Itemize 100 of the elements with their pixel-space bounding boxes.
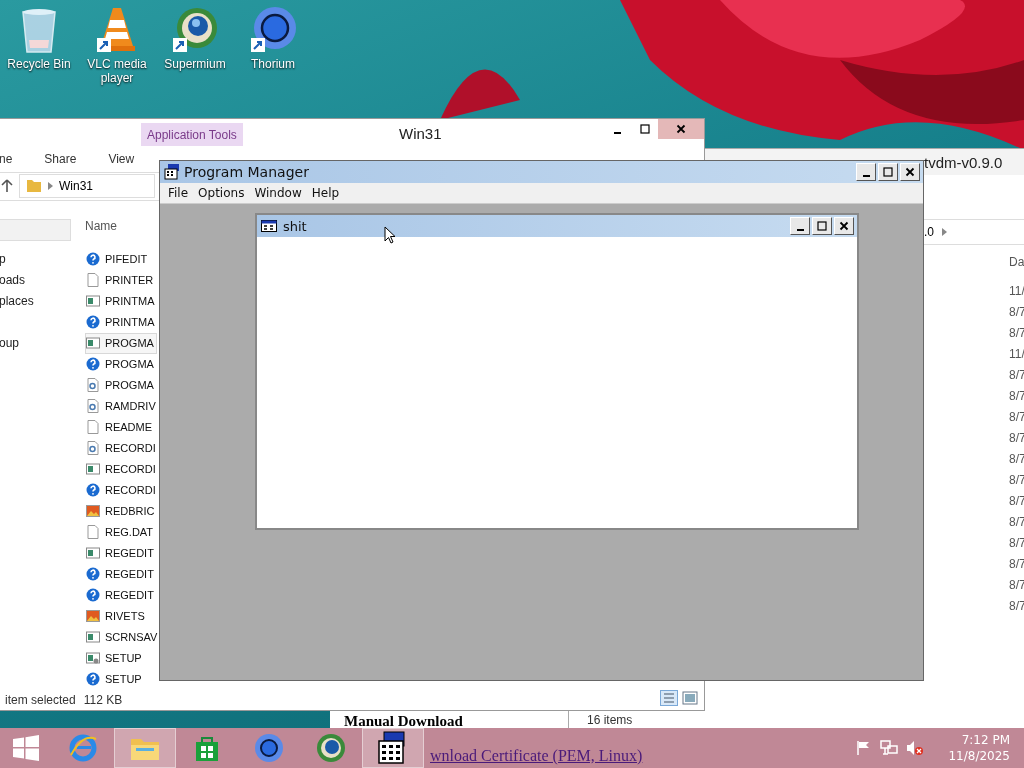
chevron-icon bbox=[48, 182, 53, 191]
menu-item[interactable]: Options bbox=[193, 186, 250, 200]
document-icon bbox=[86, 420, 100, 435]
application-icon bbox=[86, 294, 100, 309]
close-icon bbox=[904, 166, 916, 178]
gear-file-icon bbox=[86, 441, 100, 456]
window-title: tvdm-v0.9.0 bbox=[924, 153, 1003, 171]
file-row[interactable]: REGEDIT bbox=[85, 543, 157, 564]
menu-item[interactable]: Help bbox=[306, 186, 345, 200]
file-row[interactable]: RECORDI bbox=[85, 480, 157, 501]
file-row[interactable]: PROGMA bbox=[85, 375, 157, 396]
gear-file-icon bbox=[86, 378, 100, 393]
muted-speaker-icon[interactable] bbox=[906, 740, 925, 756]
menu-item[interactable]: File bbox=[163, 186, 194, 200]
nav-item[interactable]: places bbox=[0, 291, 85, 312]
maximize-button[interactable] bbox=[878, 163, 898, 181]
close-button[interactable] bbox=[658, 119, 704, 139]
status-text: item selected bbox=[5, 693, 76, 707]
application-icon bbox=[86, 630, 100, 645]
browser-globe-icon bbox=[171, 6, 219, 54]
close-button[interactable] bbox=[834, 217, 854, 235]
window-title: Program Manager bbox=[184, 164, 309, 180]
close-button[interactable] bbox=[900, 163, 920, 181]
date-cell-text: 11/ bbox=[1009, 346, 1024, 363]
cursor-icon bbox=[384, 226, 396, 244]
chevron-icon bbox=[942, 228, 947, 236]
program-manager-icon bbox=[164, 164, 180, 180]
help-icon bbox=[86, 588, 100, 603]
network-icon[interactable] bbox=[880, 740, 899, 756]
file-row[interactable]: PROGMA bbox=[85, 333, 157, 354]
browser-globe-icon bbox=[316, 733, 346, 763]
column-header[interactable]: Da bbox=[1009, 255, 1024, 269]
file-row[interactable]: PRINTMA bbox=[85, 291, 157, 312]
file-row[interactable]: PRINTMA bbox=[85, 312, 157, 333]
size-text: 112 KB bbox=[83, 693, 123, 707]
thumbnail-view-icon[interactable] bbox=[682, 690, 698, 706]
gear-file-icon bbox=[86, 399, 100, 414]
browser-ring-icon bbox=[249, 6, 297, 54]
file-row[interactable]: RECORDI bbox=[85, 459, 157, 480]
minimize-button[interactable] bbox=[790, 217, 810, 235]
help-icon bbox=[86, 483, 100, 498]
maximize-icon bbox=[638, 123, 651, 135]
document-icon bbox=[86, 273, 100, 288]
maximize-icon bbox=[816, 220, 828, 232]
minimize-icon bbox=[796, 229, 804, 231]
file-row[interactable]: REG.DAT bbox=[85, 522, 157, 543]
file-row[interactable]: RIVETS bbox=[85, 606, 157, 627]
desktop-icon-label[interactable]: Recycle Bin bbox=[7, 57, 71, 71]
desktop-icon-label[interactable]: Thorium bbox=[251, 57, 295, 71]
document-icon bbox=[86, 525, 100, 540]
file-row[interactable]: RECORDI bbox=[85, 438, 157, 459]
browser-ring-icon bbox=[254, 733, 284, 763]
ribbon-tab[interactable]: View bbox=[108, 152, 135, 166]
picture-icon bbox=[86, 504, 100, 519]
address-bar[interactable]: Win31 bbox=[19, 174, 155, 199]
nav-item[interactable]: oads bbox=[0, 270, 85, 291]
help-icon bbox=[86, 252, 100, 267]
help-icon bbox=[86, 567, 100, 582]
minimize-button[interactable] bbox=[856, 163, 876, 181]
page-heading: Manual Download bbox=[344, 713, 463, 729]
file-row[interactable]: REDBRIC bbox=[85, 501, 157, 522]
file-row[interactable]: PIFEDIT bbox=[85, 249, 157, 270]
file-row[interactable]: PROGMA bbox=[85, 354, 157, 375]
context-tab[interactable]: Application Tools bbox=[141, 123, 243, 147]
nav-item[interactable]: p bbox=[0, 249, 85, 270]
application-icon bbox=[86, 336, 100, 351]
date-cell-text: 11/ bbox=[1009, 283, 1024, 300]
folder-icon bbox=[26, 179, 42, 194]
windows-logo-icon[interactable] bbox=[13, 735, 39, 761]
application-icon bbox=[86, 546, 100, 561]
desktop-icon-label[interactable]: Supermium bbox=[164, 57, 226, 71]
file-row[interactable]: SCRNSAV bbox=[85, 627, 157, 648]
taskbar-button[interactable] bbox=[362, 728, 424, 768]
maximize-button[interactable] bbox=[812, 217, 832, 235]
picture-icon bbox=[86, 609, 100, 624]
close-icon bbox=[675, 123, 687, 135]
help-icon bbox=[86, 672, 100, 687]
column-header[interactable]: Name bbox=[85, 219, 157, 249]
file-row[interactable]: REGEDIT bbox=[85, 564, 157, 585]
up-arrow-icon bbox=[1, 179, 13, 194]
file-row[interactable]: README bbox=[85, 417, 157, 438]
setup-icon bbox=[86, 651, 100, 666]
file-row[interactable]: SETUP bbox=[85, 669, 157, 690]
file-row[interactable]: REGEDIT bbox=[85, 585, 157, 606]
ribbon-tab[interactable]: Share bbox=[44, 152, 77, 166]
file-row[interactable]: SETUP bbox=[85, 648, 157, 669]
file-row[interactable]: PRINTER bbox=[85, 270, 157, 291]
minimize-icon bbox=[614, 132, 621, 134]
help-icon bbox=[86, 315, 100, 330]
file-row[interactable]: RAMDRIV bbox=[85, 396, 157, 417]
desktop-icon-label[interactable]: VLC media player bbox=[78, 57, 156, 85]
address-text[interactable]: .0 bbox=[924, 225, 934, 239]
status-text: 16 items bbox=[587, 713, 633, 727]
shopping-bag-icon bbox=[194, 734, 220, 762]
window-title: Win31 bbox=[399, 125, 442, 142]
ribbon-tab[interactable]: ne bbox=[0, 152, 13, 166]
nav-item[interactable]: oup bbox=[0, 333, 85, 354]
browser-e-icon bbox=[68, 733, 98, 763]
page-link[interactable]: wnload Certificate (PEM, Linux) bbox=[430, 747, 643, 765]
menu-item[interactable]: Window bbox=[249, 186, 307, 200]
